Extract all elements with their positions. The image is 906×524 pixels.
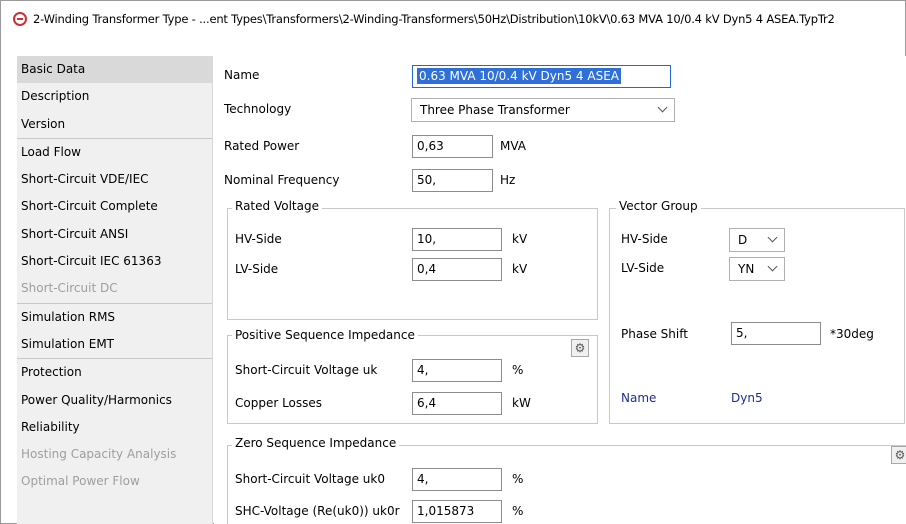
copper-losses-unit: kW: [512, 396, 531, 410]
vector-group-lv-label: LV-Side: [621, 261, 665, 275]
technology-label: Technology: [224, 102, 292, 116]
rated-voltage-lv-label: LV-Side: [235, 262, 279, 276]
uk0-input[interactable]: 4,: [412, 468, 502, 491]
gear-icon: ⚙: [574, 341, 586, 355]
title-bar: 2-Winding Transformer Type - ...ent Type…: [1, 1, 905, 37]
uk-input[interactable]: 4,: [412, 359, 502, 382]
sidebar-item-version[interactable]: Version: [17, 111, 212, 138]
sidebar-item-simulation-rms[interactable]: Simulation RMS: [17, 304, 212, 331]
sidebar-item-protection[interactable]: Protection: [17, 359, 212, 386]
copper-losses-label: Copper Losses: [235, 396, 323, 410]
sidebar-item-short-circuit-vde-iec[interactable]: Short-Circuit VDE/IEC: [17, 166, 212, 193]
vector-group-name-value: Dyn5: [731, 391, 763, 405]
phase-shift-label: Phase Shift: [621, 327, 688, 341]
app-icon: [13, 12, 27, 26]
rated-power-unit: MVA: [500, 139, 527, 153]
basic-data-page: Name 0.63 MVA 10/0.4 kV Dyn5 4 ASEA Tech…: [214, 56, 906, 524]
rated-power-input[interactable]: 0,63: [412, 135, 493, 158]
rated-voltage-hv-label: HV-Side: [235, 232, 282, 246]
chevron-down-icon: [657, 102, 668, 113]
name-input-text: 0.63 MVA 10/0.4 kV Dyn5 4 ASEA: [417, 68, 621, 84]
nominal-frequency-input[interactable]: 50,: [412, 169, 493, 192]
uk0-label: Short-Circuit Voltage uk0: [235, 472, 385, 486]
sidebar-item-reliability[interactable]: Reliability: [17, 414, 212, 441]
vector-group-hv-label: HV-Side: [621, 232, 668, 246]
nominal-frequency-label: Nominal Frequency: [224, 173, 340, 187]
uk0r-label: SHC-Voltage (Re(uk0)) uk0r: [235, 504, 400, 518]
technology-select-value: Three Phase Transformer: [420, 103, 570, 117]
sidebar-item-short-circuit-ansi[interactable]: Short-Circuit ANSI: [17, 221, 212, 248]
rated-voltage-hv-unit: kV: [512, 232, 528, 246]
nominal-frequency-unit: Hz: [500, 173, 516, 187]
uk0-unit: %: [512, 472, 524, 486]
name-label: Name: [224, 68, 260, 82]
uk-label: Short-Circuit Voltage uk: [235, 363, 378, 377]
sidebar-item-hosting-capacity-analysis[interactable]: Hosting Capacity Analysis: [17, 441, 212, 468]
vector-group-title: Vector Group: [616, 199, 701, 213]
name-input[interactable]: 0.63 MVA 10/0.4 kV Dyn5 4 ASEA: [412, 65, 671, 88]
vector-group-hv-select[interactable]: D: [729, 228, 785, 252]
sidebar-item-power-quality-harmonics[interactable]: Power Quality/Harmonics: [17, 387, 212, 414]
vector-group-lv-value: YN: [738, 262, 755, 276]
chevron-down-icon: [767, 232, 778, 243]
zero-sequence-title: Zero Sequence Impedance: [232, 436, 400, 450]
sidebar-item-description[interactable]: Description: [17, 83, 212, 110]
zero-sequence-settings-button[interactable]: ⚙: [891, 446, 906, 464]
sidebar: Basic Data Description Version Load Flow Sho…: [17, 56, 213, 524]
vector-group-name-label: Name: [621, 391, 657, 405]
phase-shift-unit: *30deg: [830, 327, 874, 341]
sidebar-item-optimal-power-flow[interactable]: Optimal Power Flow: [17, 468, 212, 495]
sidebar-item-short-circuit-complete[interactable]: Short-Circuit Complete: [17, 193, 212, 220]
sidebar-item-load-flow[interactable]: Load Flow: [17, 139, 212, 166]
sidebar-item-short-circuit-iec-61363[interactable]: Short-Circuit IEC 61363: [17, 248, 212, 275]
positive-sequence-title: Positive Sequence Impedance: [232, 328, 418, 342]
window-title: 2-Winding Transformer Type - ...ent Type…: [33, 12, 835, 26]
rated-power-label: Rated Power: [224, 139, 300, 153]
positive-sequence-settings-button[interactable]: ⚙: [571, 339, 589, 357]
sidebar-item-simulation-emt[interactable]: Simulation EMT: [17, 331, 212, 358]
uk-unit: %: [512, 363, 524, 377]
vector-group-lv-select[interactable]: YN: [729, 257, 785, 281]
dialog-window: 2-Winding Transformer Type - ...ent Type…: [0, 0, 906, 524]
phase-shift-input[interactable]: 5,: [731, 322, 821, 345]
rated-voltage-title: Rated Voltage: [232, 199, 322, 213]
uk0r-unit: %: [512, 504, 524, 518]
technology-select[interactable]: Three Phase Transformer: [411, 98, 675, 122]
rated-voltage-hv-input[interactable]: 10,: [412, 228, 502, 251]
gear-icon: ⚙: [894, 448, 906, 462]
vector-group-hv-value: D: [738, 233, 748, 247]
copper-losses-input[interactable]: 6,4: [412, 392, 502, 415]
uk0r-input[interactable]: 1,015873: [412, 500, 502, 523]
chevron-down-icon: [767, 261, 778, 272]
rated-voltage-lv-input[interactable]: 0,4: [412, 258, 502, 281]
rated-voltage-lv-unit: kV: [512, 262, 528, 276]
sidebar-item-basic-data[interactable]: Basic Data: [17, 56, 212, 84]
sidebar-item-short-circuit-dc[interactable]: Short-Circuit DC: [17, 275, 212, 302]
